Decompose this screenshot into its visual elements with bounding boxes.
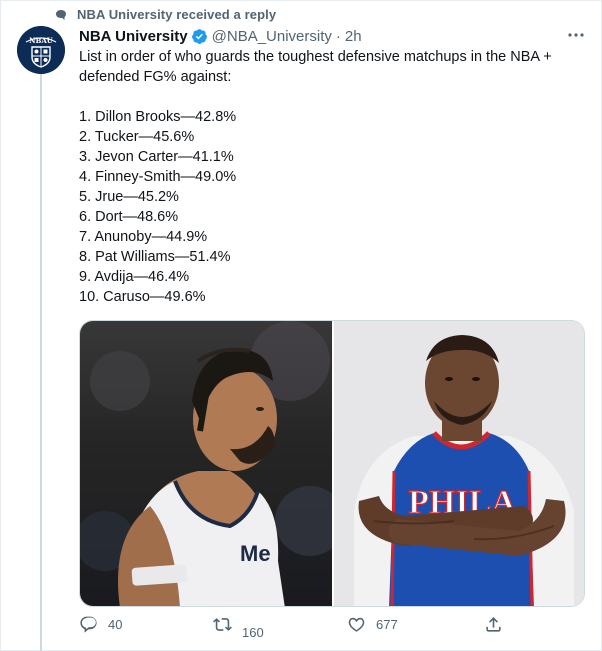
reply-button[interactable]: 40 xyxy=(79,615,122,634)
heart-icon xyxy=(348,617,365,632)
retweet-icon xyxy=(213,618,232,631)
thread-line xyxy=(40,71,42,651)
action-bar: 40 160 677 xyxy=(79,615,509,641)
share-icon xyxy=(486,617,501,632)
media-photo-right[interactable]: PHILA xyxy=(334,321,584,606)
separator-dot: · xyxy=(335,27,341,45)
list-item: 2. Tucker—45.6% xyxy=(79,129,195,145)
list-item: 9. Avdija—46.4% xyxy=(79,269,190,285)
speech-bubble-icon xyxy=(56,9,66,20)
tweet-card[interactable]: NBA University received a reply NBAU NBA… xyxy=(0,0,602,651)
media-photo-left[interactable]: Me xyxy=(80,321,345,606)
retweet-button[interactable]: 160 xyxy=(213,615,264,640)
share-button[interactable] xyxy=(484,615,503,634)
player-photo-right: PHILA xyxy=(334,321,584,606)
reply-icon xyxy=(80,616,97,633)
reply-count: 40 xyxy=(108,617,123,632)
like-count: 677 xyxy=(376,617,398,632)
tweet-text: List in order of who guards the toughest… xyxy=(79,47,579,307)
player-photo-left: Me xyxy=(80,321,345,606)
more-options-button[interactable] xyxy=(565,24,587,46)
avatar[interactable]: NBAU xyxy=(17,26,65,74)
list-item: 1. Dillon Brooks—42.8% xyxy=(79,109,237,125)
list-item: 8. Pat Williams—51.4% xyxy=(79,249,231,265)
tweet-text-line: List in order of who guards the toughest… xyxy=(79,49,552,65)
tweet-header: NBA University @NBA_University · 2h xyxy=(79,26,591,46)
author-handle[interactable]: @NBA_University xyxy=(212,28,332,45)
list-item: 5. Jrue—45.2% xyxy=(79,189,179,205)
tweet-text-line: defended FG% against: xyxy=(79,69,232,85)
list-item: 10. Caruso—49.6% xyxy=(79,289,206,305)
social-context: NBA University received a reply xyxy=(55,7,276,22)
retweet-count: 160 xyxy=(242,625,264,640)
nba-university-logo: NBAU xyxy=(17,26,65,74)
left-jersey-text: Me xyxy=(240,541,271,566)
list-item: 4. Finney-Smith—49.0% xyxy=(79,169,237,185)
list-item: 7. Anunoby—44.9% xyxy=(79,229,208,245)
like-button[interactable]: 677 xyxy=(347,615,398,634)
list-item: 6. Dort—48.6% xyxy=(79,209,179,225)
more-dots-icon xyxy=(568,33,584,37)
social-context-text: NBA University received a reply xyxy=(77,7,277,22)
list-item: 3. Jevon Carter—41.1% xyxy=(79,149,234,165)
verified-badge-icon xyxy=(191,28,207,44)
author-name[interactable]: NBA University xyxy=(79,28,188,45)
media-grid: Me PHILA xyxy=(79,320,585,607)
tweet-timestamp[interactable]: 2h xyxy=(345,28,362,45)
avatar-text: NBAU xyxy=(29,36,53,45)
